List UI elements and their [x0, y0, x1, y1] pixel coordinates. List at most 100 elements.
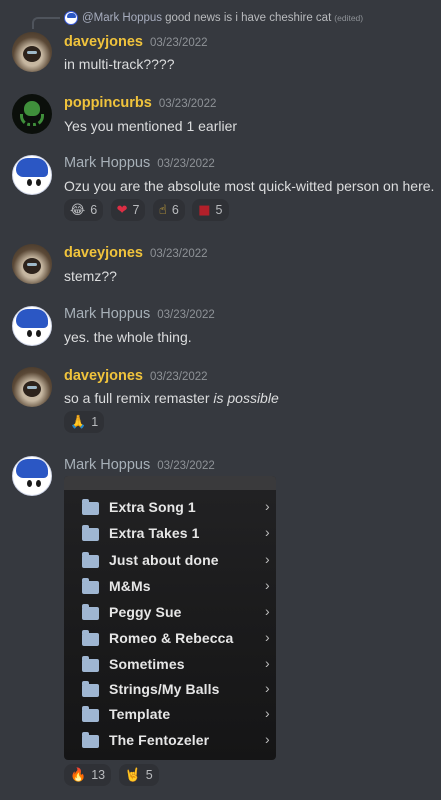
reaction-count: 7	[132, 203, 140, 217]
timestamp: 03/23/2022	[157, 309, 215, 321]
folder-name: Template	[109, 706, 171, 722]
reaction-custom[interactable]: ■ 5	[192, 199, 229, 221]
folder-icon	[82, 706, 99, 722]
username[interactable]: daveyjones 03/23/2022	[64, 368, 208, 384]
reaction-fire[interactable]: 🔥 13	[64, 764, 112, 786]
reply-connector	[32, 17, 60, 29]
reaction-heart[interactable]: ❤ 7	[110, 199, 146, 221]
chevron-right-icon: ›	[265, 498, 270, 514]
username[interactable]: daveyjones 03/23/2022	[64, 245, 208, 261]
folder-name: Sometimes	[109, 656, 185, 672]
custom-emoji-icon: ■	[198, 202, 211, 218]
folder-icon	[82, 630, 99, 646]
chat-pane: @Mark Hoppus good news is i have cheshire…	[0, 0, 441, 800]
laughing-emoji-icon: 😂	[70, 202, 86, 218]
image-attachment[interactable]: Extra Song 1 › Extra Takes 1 › Just about …	[64, 476, 276, 760]
chevron-right-icon: ›	[265, 731, 270, 747]
timestamp: 03/23/2022	[158, 98, 217, 110]
fire-emoji-icon: 🔥	[70, 767, 87, 783]
timestamp: 03/23/2022	[157, 158, 215, 170]
folder-icon	[82, 604, 99, 620]
avatar[interactable]	[12, 94, 52, 134]
reaction-count: 13	[91, 768, 106, 782]
folder-row: Sometimes ›	[82, 655, 272, 676]
edited-label: (edited)	[334, 13, 364, 24]
avatar[interactable]	[12, 32, 52, 72]
reply-reference[interactable]: @Mark Hoppus good news is i have cheshire…	[64, 11, 363, 25]
rock-on-emoji-icon: 🤘	[124, 767, 141, 783]
folder-name: Extra Song 1	[109, 499, 196, 515]
reaction-count: 6	[90, 203, 98, 217]
reaction-bar: 🔥 13 🤘 5	[64, 764, 162, 786]
message-text: in multi-track????	[64, 56, 175, 72]
chevron-right-icon: ›	[265, 655, 270, 671]
folder-row: Extra Takes 1 ›	[82, 524, 272, 545]
pray-emoji-icon: 🙏	[70, 414, 87, 430]
folder-name: The Fentozeler	[109, 732, 210, 748]
folder-name: Just about done	[109, 552, 219, 568]
reaction-bar: 🙏 1	[64, 411, 107, 433]
reply-author[interactable]: @Mark Hoppus	[82, 12, 162, 24]
folder-row: The Fentozeler ›	[82, 731, 272, 752]
chevron-right-icon: ›	[265, 705, 270, 721]
folder-icon	[82, 656, 99, 672]
reply-avatar	[64, 11, 78, 25]
heart-emoji-icon: ❤	[116, 202, 128, 218]
folder-name: M&Ms	[109, 578, 151, 594]
folder-row: Romeo & Rebecca ›	[82, 629, 272, 650]
folder-icon	[82, 732, 99, 748]
timestamp: 03/23/2022	[150, 248, 208, 260]
finder-toolbar-strip	[64, 476, 276, 490]
folder-icon	[82, 499, 99, 515]
avatar[interactable]	[12, 456, 52, 496]
folder-name: Strings/My Balls	[109, 681, 220, 697]
message-text: stemz??	[64, 268, 117, 284]
folder-row: M&Ms ›	[82, 577, 272, 598]
reaction-pray[interactable]: 🙏 1	[64, 411, 105, 433]
username[interactable]: poppincurbs 03/23/2022	[64, 95, 216, 111]
folder-row: Extra Song 1 ›	[82, 498, 272, 519]
username[interactable]: Mark Hoppus 03/23/2022	[64, 457, 215, 473]
chevron-right-icon: ›	[265, 524, 270, 540]
username[interactable]: Mark Hoppus 03/23/2022	[64, 155, 215, 171]
folder-name: Extra Takes 1	[109, 525, 200, 541]
folder-icon	[82, 578, 99, 594]
folder-row: Just about done ›	[82, 551, 272, 572]
folder-icon	[82, 681, 99, 697]
chevron-right-icon: ›	[265, 680, 270, 696]
reaction-bar: 😂 6 ❤ 7 ☝ 6 ■ 5	[64, 199, 232, 221]
timestamp: 03/23/2022	[150, 371, 208, 383]
folder-row: Template ›	[82, 705, 272, 726]
point-up-emoji-icon: ☝	[158, 202, 167, 218]
username[interactable]: Mark Hoppus 03/23/2022	[64, 306, 215, 322]
chevron-right-icon: ›	[265, 551, 270, 567]
folder-row: Strings/My Balls ›	[82, 680, 272, 701]
chevron-right-icon: ›	[265, 603, 270, 619]
avatar[interactable]	[12, 367, 52, 407]
avatar[interactable]	[12, 244, 52, 284]
avatar[interactable]	[12, 306, 52, 346]
reaction-point-up[interactable]: ☝ 6	[152, 199, 185, 221]
reply-text[interactable]: good news is i have cheshire cat	[165, 12, 331, 24]
timestamp: 03/23/2022	[157, 460, 215, 472]
reaction-count: 5	[215, 203, 223, 217]
message-text: yes. the whole thing.	[64, 329, 192, 345]
username[interactable]: daveyjones 03/23/2022	[64, 34, 208, 50]
reaction-count: 1	[91, 415, 99, 429]
reaction-count: 6	[171, 203, 179, 217]
timestamp: 03/23/2022	[150, 37, 208, 49]
folder-row: Peggy Sue ›	[82, 603, 272, 624]
chevron-right-icon: ›	[265, 577, 270, 593]
folder-name: Peggy Sue	[109, 604, 182, 620]
folder-icon	[82, 552, 99, 568]
reaction-count: 5	[145, 768, 153, 782]
message-text: Yes you mentioned 1 earlier	[64, 118, 238, 134]
folder-icon	[82, 525, 99, 541]
message-text: so a full remix remaster is possible	[64, 390, 279, 406]
folder-name: Romeo & Rebecca	[109, 630, 234, 646]
chevron-right-icon: ›	[265, 629, 270, 645]
reaction-rock-on[interactable]: 🤘 5	[118, 764, 159, 786]
message-text: Ozu you are the absolute most quick-witt…	[64, 178, 435, 194]
reaction-laugh[interactable]: 😂 6	[64, 199, 104, 221]
avatar[interactable]	[12, 155, 52, 195]
